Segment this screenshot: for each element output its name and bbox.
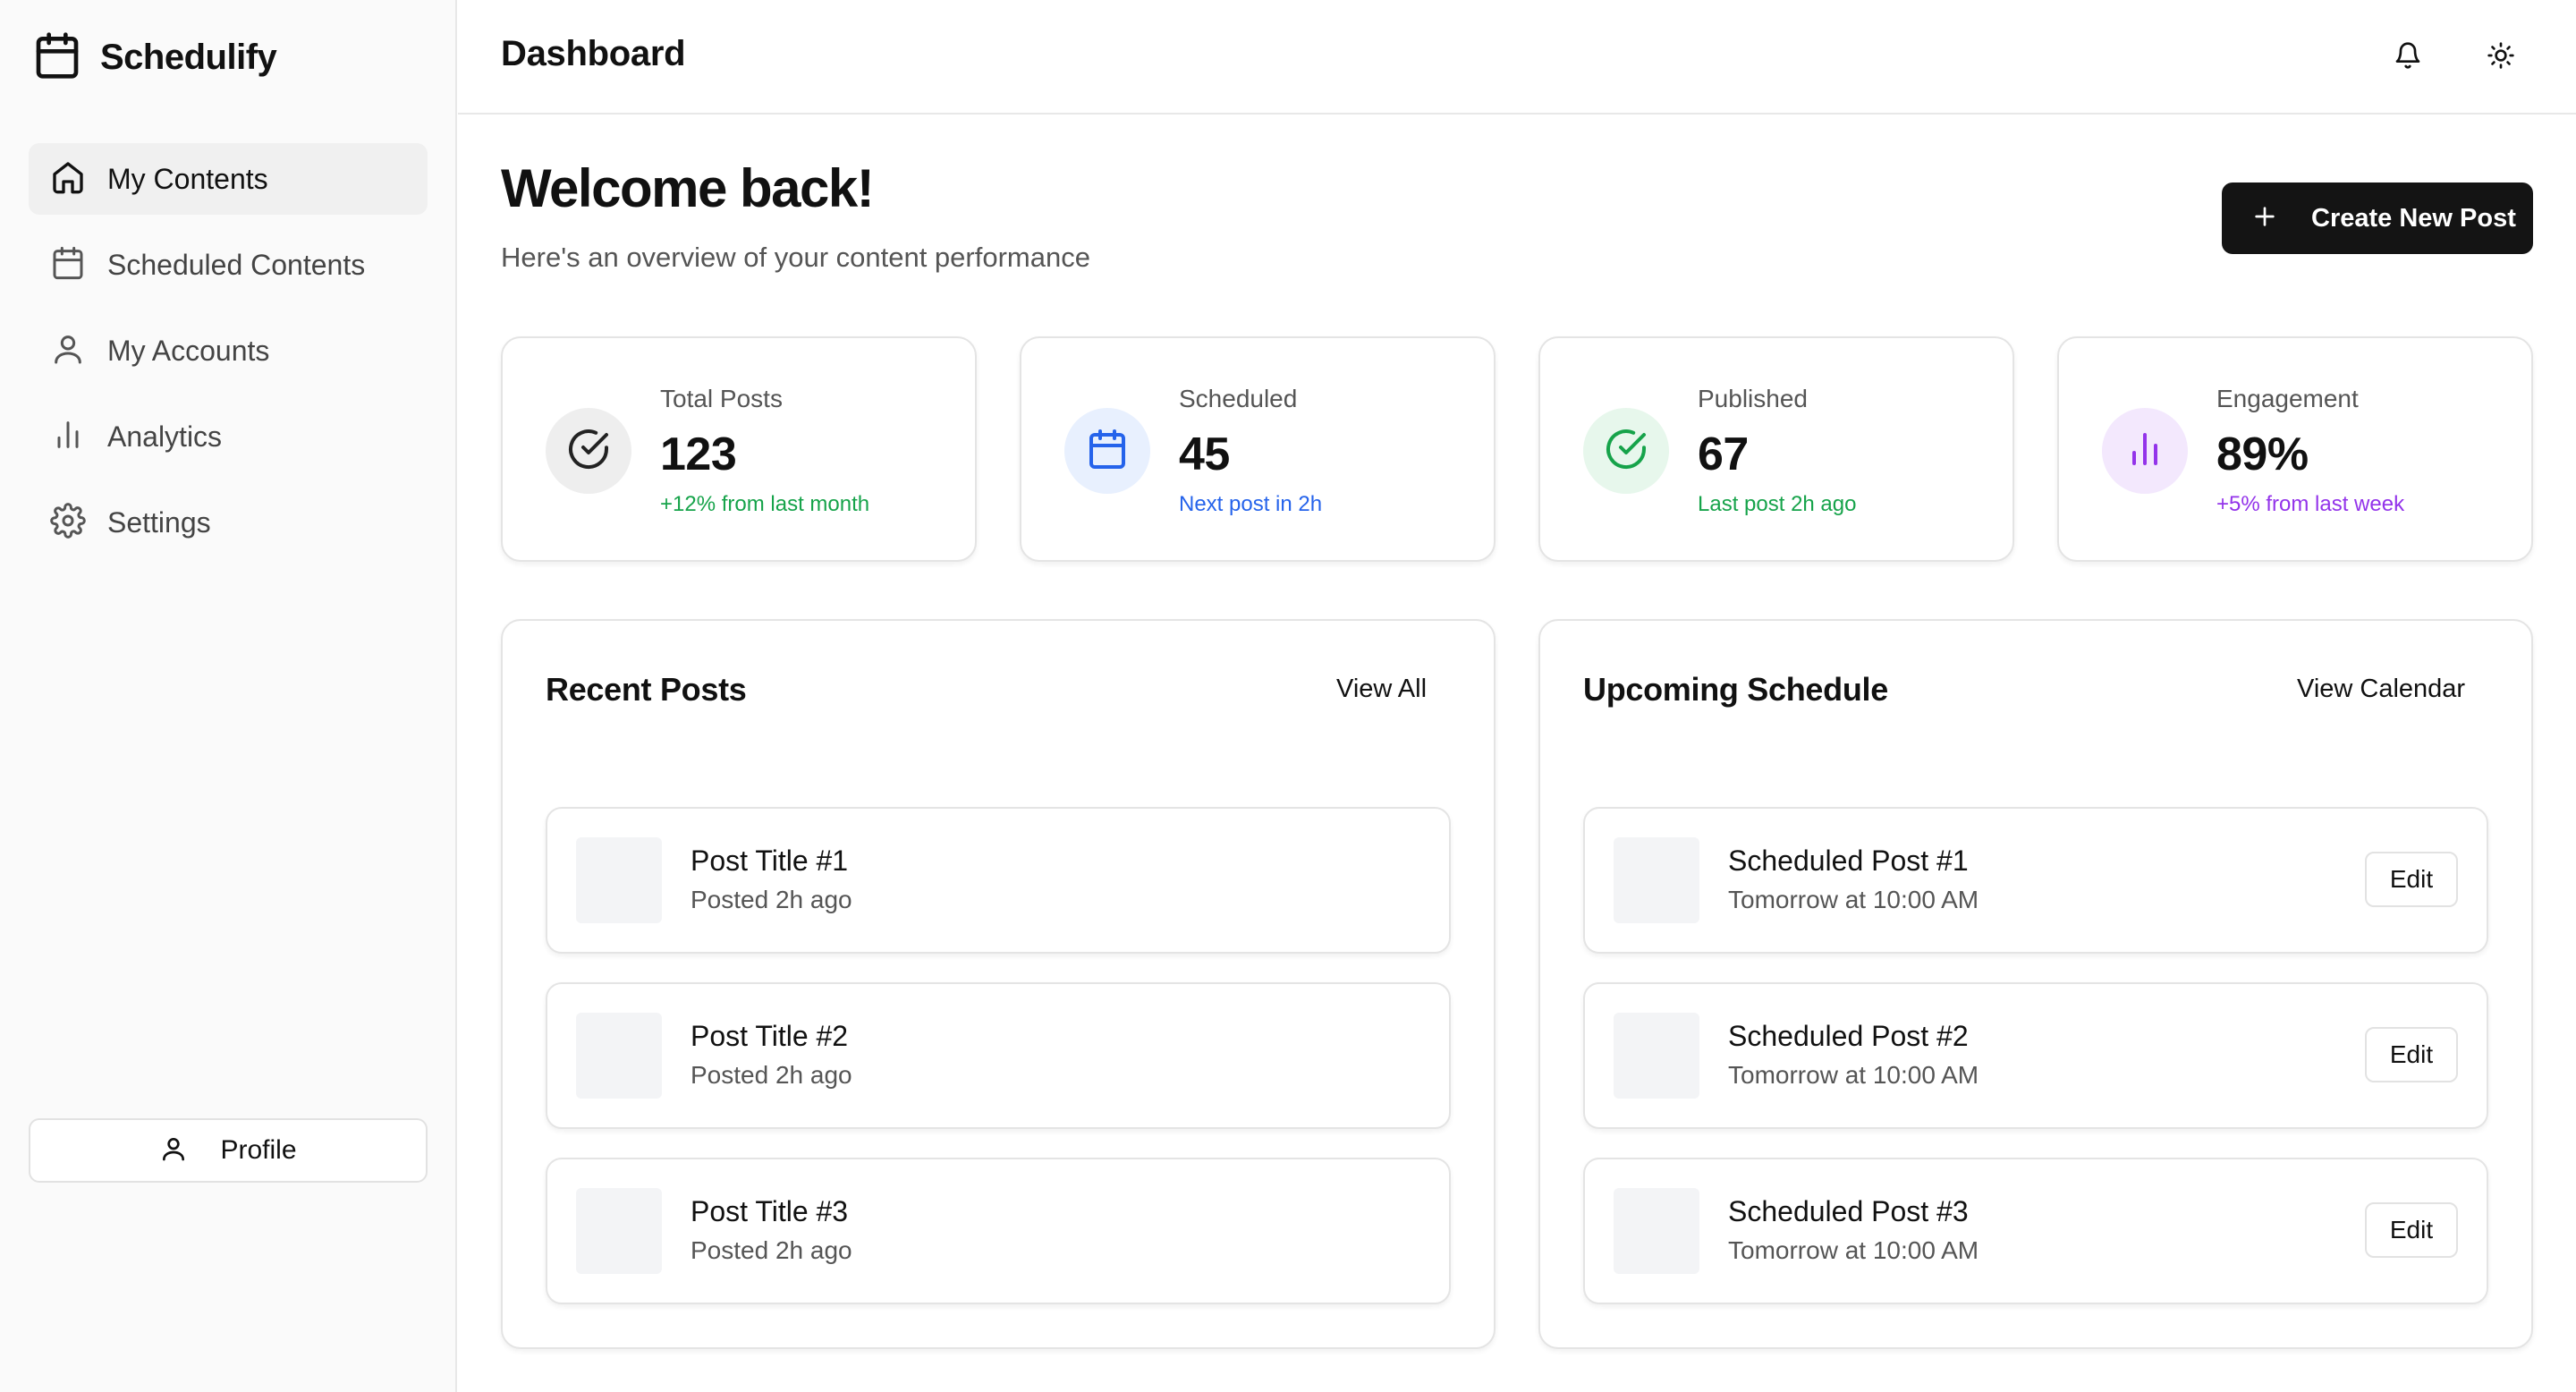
sidebar-nav: My Contents Scheduled Contents My Accoun… [29,143,428,573]
home-icon [50,159,86,199]
stat-card-published: Published 67 Last post 2h ago [1538,336,2014,562]
scheduled-item[interactable]: Scheduled Post #2 Tomorrow at 10:00 AM E… [1583,982,2488,1129]
post-thumbnail [576,837,662,923]
stat-label: Engagement [2216,385,2359,412]
bar-chart-icon [2123,428,2166,475]
post-subtitle: Posted 2h ago [691,1061,852,1089]
plus-icon [2250,202,2279,235]
theme-toggle-button[interactable] [2479,36,2522,79]
page-title: Dashboard [501,34,686,73]
post-title: Post Title #1 [691,845,849,877]
stat-icon-wrap [2102,408,2188,494]
panel-title: Recent Posts [546,671,747,708]
stat-label: Scheduled [1179,385,1298,412]
stat-note: +12% from last month [660,492,870,516]
topbar: Dashboard [458,0,2576,115]
recent-posts-panel: Recent Posts View All Post Title #1 Post… [501,619,1496,1349]
sidebar-item-my-accounts[interactable]: My Accounts [29,315,428,386]
brand-name: Schedulify [100,37,277,77]
sidebar-item-label: Settings [107,505,211,539]
sidebar-item-label: My Contents [107,162,268,195]
post-subtitle: Tomorrow at 10:00 AM [1728,1061,1979,1089]
post-item[interactable]: Post Title #3 Posted 2h ago [546,1158,1451,1304]
create-new-post-label: Create New Post [2311,203,2516,233]
edit-button[interactable]: Edit [2365,852,2458,907]
sidebar-item-my-contents[interactable]: My Contents [29,143,428,215]
stat-note: Next post in 2h [1179,492,1323,516]
profile-button[interactable]: Profile [29,1118,428,1183]
bell-icon [2394,41,2422,74]
welcome-heading: Welcome back! [501,158,875,218]
stat-card-scheduled: Scheduled 45 Next post in 2h [1020,336,1496,562]
view-calendar-link[interactable]: View Calendar [2297,675,2465,704]
stat-value: 123 [660,429,737,480]
create-new-post-button[interactable]: Create New Post [2222,182,2533,254]
check-circle-icon [1605,428,1648,475]
scheduled-item[interactable]: Scheduled Post #1 Tomorrow at 10:00 AM E… [1583,807,2488,954]
post-title: Scheduled Post #1 [1728,845,1969,877]
stat-value: 45 [1179,429,1230,480]
stat-label: Total Posts [660,385,783,412]
sidebar-item-analytics[interactable]: Analytics [29,401,428,472]
sidebar-item-label: Analytics [107,420,223,453]
welcome-subtitle: Here's an overview of your content perfo… [501,242,1090,273]
upcoming-schedule-panel: Upcoming Schedule View Calendar Schedule… [1538,619,2533,1349]
post-item[interactable]: Post Title #2 Posted 2h ago [546,982,1451,1129]
post-thumbnail [1614,1188,1699,1274]
post-title: Post Title #2 [691,1020,849,1052]
bar-chart-icon [50,417,86,457]
brand[interactable]: Schedulify [32,29,277,87]
gear-icon [50,502,86,543]
sun-icon [2487,41,2515,74]
panel-title: Upcoming Schedule [1583,671,1888,708]
post-thumbnail [576,1188,662,1274]
sidebar-item-settings[interactable]: Settings [29,487,428,558]
stat-card-engagement: Engagement 89% +5% from last week [2057,336,2533,562]
post-title: Post Title #3 [691,1195,849,1227]
profile-label: Profile [220,1135,297,1165]
calendar-icon [50,245,86,285]
edit-button[interactable]: Edit [2365,1027,2458,1082]
post-thumbnail [1614,1013,1699,1099]
sidebar: Schedulify My Contents Scheduled Content… [0,0,457,1392]
post-item[interactable]: Post Title #1 Posted 2h ago [546,807,1451,954]
post-thumbnail [1614,837,1699,923]
post-title: Scheduled Post #3 [1728,1195,1969,1227]
post-subtitle: Tomorrow at 10:00 AM [1728,1236,1979,1264]
stat-label: Published [1698,385,1808,412]
sidebar-item-label: Scheduled Contents [107,248,366,281]
user-icon [159,1134,188,1167]
notifications-button[interactable] [2386,36,2429,79]
stat-icon-wrap [1064,408,1150,494]
post-thumbnail [576,1013,662,1099]
post-subtitle: Tomorrow at 10:00 AM [1728,886,1979,913]
calendar-icon [1086,428,1129,475]
calendar-icon [32,29,82,87]
stat-note: Last post 2h ago [1698,492,1857,516]
scheduled-item[interactable]: Scheduled Post #3 Tomorrow at 10:00 AM E… [1583,1158,2488,1304]
stat-icon-wrap [546,408,631,494]
post-title: Scheduled Post #2 [1728,1020,1969,1052]
stat-icon-wrap [1583,408,1669,494]
stat-note: +5% from last week [2216,492,2405,516]
stat-card-total-posts: Total Posts 123 +12% from last month [501,336,977,562]
user-icon [50,331,86,371]
stat-value: 89% [2216,429,2309,480]
sidebar-item-label: My Accounts [107,334,270,367]
stat-value: 67 [1698,429,1749,480]
post-subtitle: Posted 2h ago [691,886,852,913]
post-subtitle: Posted 2h ago [691,1236,852,1264]
sidebar-item-scheduled-contents[interactable]: Scheduled Contents [29,229,428,301]
view-all-link[interactable]: View All [1336,675,1427,704]
check-circle-icon [567,428,610,475]
edit-button[interactable]: Edit [2365,1202,2458,1258]
